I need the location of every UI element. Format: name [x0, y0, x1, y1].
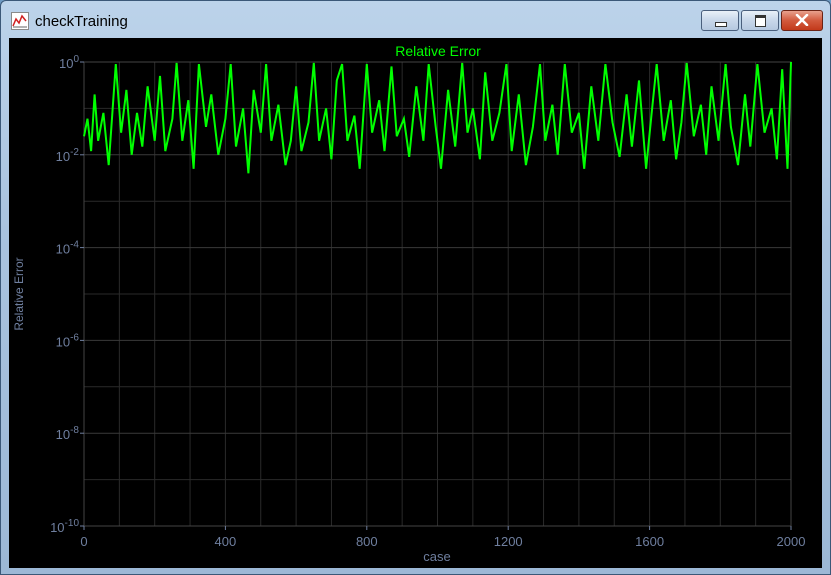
maximize-button[interactable] — [741, 10, 779, 31]
x-tick-label: 1600 — [635, 534, 664, 549]
y-tick-label: 10-6 — [56, 332, 80, 349]
x-tick-label: 0 — [80, 534, 87, 549]
chart-title: Relative Error — [395, 43, 481, 59]
y-tick-label: 10-8 — [56, 425, 80, 442]
x-tick-label: 800 — [356, 534, 378, 549]
x-tick-label: 400 — [215, 534, 237, 549]
y-tick-label: 10-10 — [50, 518, 79, 535]
y-axis-ticks: 100 10-2 10-4 10-6 10-8 10-10 — [50, 54, 84, 535]
maximize-icon — [755, 15, 766, 27]
minimize-button[interactable] — [701, 10, 739, 31]
chart-canvas: 0 400 800 1200 1600 2000 100 10-2 10-4 10-6 10-8 1… — [9, 38, 822, 568]
app-window: checkTraining 0 400 800 1200 1600 2000 100 10-… — [0, 0, 831, 575]
minimize-icon — [715, 22, 727, 27]
title-bar[interactable]: checkTraining — [1, 1, 830, 38]
x-tick-label: 2000 — [777, 534, 806, 549]
close-icon — [795, 14, 809, 26]
y-tick-label: 10-4 — [56, 240, 80, 257]
y-tick-label: 10-2 — [56, 147, 80, 164]
y-axis-label: Relative Error — [12, 257, 26, 330]
relative-error-chart: 0 400 800 1200 1600 2000 10010-210-410-610-81… — [12, 43, 805, 564]
x-axis-label: case — [423, 549, 450, 564]
x-axis-ticks: 0 400 800 1200 1600 2000 — [80, 526, 805, 549]
y-tick-label: 100 — [59, 54, 79, 71]
close-button[interactable] — [781, 10, 823, 31]
x-tick-label: 1200 — [494, 534, 523, 549]
chart-app-icon[interactable] — [11, 12, 29, 30]
window-title: checkTraining — [35, 13, 128, 30]
